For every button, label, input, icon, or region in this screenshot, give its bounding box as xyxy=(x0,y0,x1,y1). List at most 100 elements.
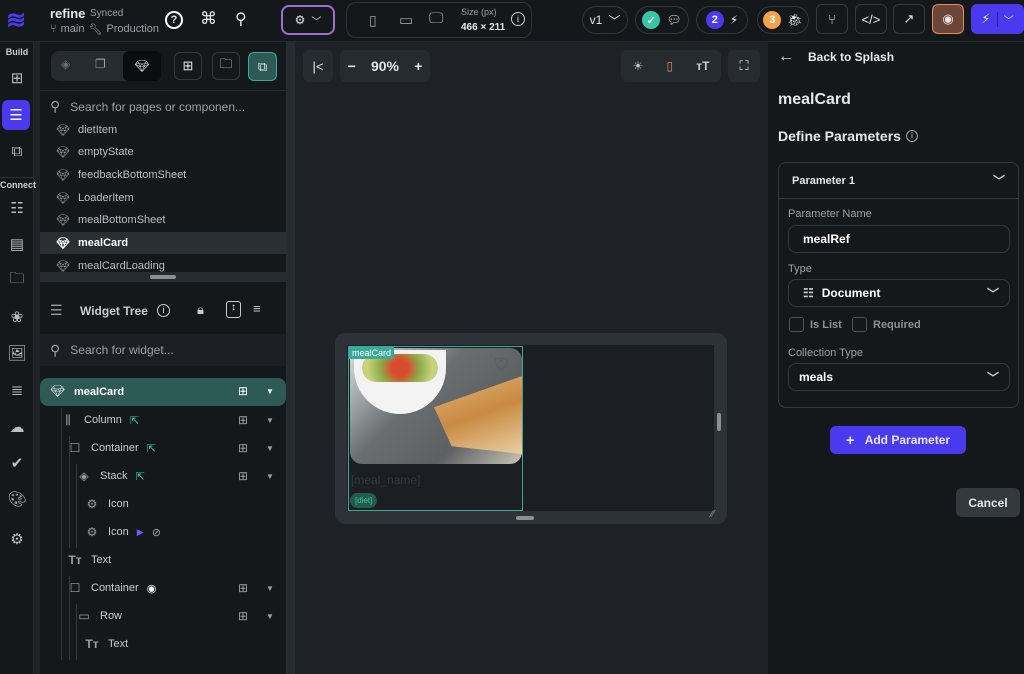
folder-icon[interactable]: 🗀︎ xyxy=(4,267,30,293)
layout-settings-button[interactable]: ⛶ xyxy=(728,50,760,82)
sort-icon[interactable]: ≡ xyxy=(253,301,261,316)
caret-down-icon[interactable]: ▼ xyxy=(266,612,274,621)
tree-node[interactable]: Tт Text xyxy=(84,631,128,657)
tree-node[interactable]: ▭ Row ⊞ ▼ xyxy=(76,603,286,629)
resize-handle[interactable] xyxy=(150,275,176,279)
component-item[interactable]: 💎︎ feedbackBottomSheet xyxy=(40,164,286,186)
collapse-panel-button[interactable]: |< xyxy=(303,50,333,82)
tree-node-root[interactable]: 💎︎ mealCard ⊞ ▼ xyxy=(40,378,286,406)
code-button[interactable]: </> xyxy=(855,4,887,34)
add-widget-icon[interactable]: ⊞ xyxy=(4,65,30,91)
check-add-icon[interactable]: ✔ xyxy=(4,450,30,476)
tree-node[interactable]: ☐ Container ⇱ ⊞ ▼ xyxy=(67,435,286,461)
add-parameter-button[interactable]: + Add Parameter xyxy=(830,426,966,454)
tree-node[interactable]: Tт Text xyxy=(67,547,111,573)
component-item-selected[interactable]: 💎︎ mealCard xyxy=(40,232,286,254)
list-resize-bar[interactable] xyxy=(40,272,286,282)
caret-down-icon[interactable]: ▼ xyxy=(266,584,274,593)
add-child-icon[interactable]: ⊞ xyxy=(238,384,248,398)
cloud-check-icon[interactable]: ☁ xyxy=(4,414,30,440)
eye-off-icon[interactable]: ⊘ xyxy=(152,526,161,539)
version-selector[interactable]: v1 ﹀ xyxy=(582,6,628,34)
page-gem-icon[interactable]: ◈ xyxy=(61,57,70,71)
widget-selector-button[interactable]: ⚙︎ ﹀ xyxy=(281,5,335,35)
component-item[interactable]: 💎︎ mealBottomSheet xyxy=(40,209,286,231)
info-icon[interactable]: i xyxy=(905,130,918,142)
is-list-checkbox[interactable]: Is List xyxy=(789,317,842,332)
desktop-icon[interactable]: 🖵︎ xyxy=(429,10,443,27)
parameter-name-input[interactable]: mealRef xyxy=(788,225,1010,253)
flutterflow-logo-icon[interactable]: ≋ xyxy=(6,6,32,36)
tablet-icon[interactable]: ▭ xyxy=(399,11,413,29)
help-icon[interactable]: ? xyxy=(165,11,183,29)
components-gem-icon[interactable]: 💎︎ xyxy=(123,51,161,81)
horizontal-resize-handle[interactable] xyxy=(516,516,534,520)
vertical-resize-handle[interactable] xyxy=(717,413,721,431)
caret-down-icon[interactable]: ▼ xyxy=(266,472,274,481)
search-icon[interactable]: ⚲ xyxy=(235,9,247,29)
expand-vertical-icon[interactable]: ↕ xyxy=(226,301,241,318)
eye-icon[interactable]: ◉ xyxy=(147,582,157,595)
component-item[interactable]: 💎︎ dietItem xyxy=(40,119,286,141)
type-dropdown[interactable]: ☷ Document ﹀ xyxy=(788,279,1010,307)
run-button[interactable]: ⚡︎ ﹀ xyxy=(971,4,1024,34)
open-external-button[interactable]: ↗ xyxy=(893,4,925,34)
tree-node[interactable]: ☐ Container ◉ ⊞ ▼ xyxy=(67,575,286,601)
add-child-icon[interactable]: ⊞ xyxy=(238,413,248,427)
api-list-icon[interactable]: ▤ xyxy=(4,231,30,257)
corner-resize-icon[interactable]: ⁄⁄ xyxy=(711,509,714,520)
add-child-icon[interactable]: ⊞ xyxy=(238,441,248,455)
widget-search[interactable]: ⚲ Search for widget... xyxy=(40,334,286,366)
add-child-icon[interactable]: ⊞ xyxy=(238,609,248,623)
tree-node[interactable]: ◈ Stack ⇱ ⊞ ▼ xyxy=(76,463,286,489)
tree-node[interactable]: ⚙ Icon ▶ ⊘ xyxy=(84,519,161,545)
cancel-button[interactable]: Cancel xyxy=(956,488,1020,517)
caret-down-icon[interactable]: ▼ xyxy=(266,416,274,425)
lock-icon[interactable]: 🔒︎ xyxy=(197,302,204,318)
bugs-button[interactable]: 3 🐞︎ xyxy=(757,6,809,34)
add-component-button[interactable]: ⧉ xyxy=(248,52,277,81)
sun-icon[interactable]: ☀ xyxy=(633,59,644,73)
tree-node[interactable]: ⫼ Column ⇱ ⊞ ▼ xyxy=(60,407,286,433)
text-scale-icon[interactable]: тT xyxy=(696,59,709,73)
new-folder-button[interactable]: 🗀︎ xyxy=(212,52,240,80)
component-item[interactable]: 💎︎ LoaderItem xyxy=(40,187,286,209)
checkbox[interactable] xyxy=(852,317,867,332)
caret-down-icon[interactable]: ▼ xyxy=(266,444,274,453)
project-name[interactable]: refine xyxy=(50,6,85,21)
preview-button[interactable]: ◉ xyxy=(932,4,964,34)
parameter-header[interactable]: Parameter 1 ﹀ xyxy=(779,163,1018,199)
components-icon[interactable]: ❀ xyxy=(4,304,30,330)
back-button[interactable]: ← Back to Splash xyxy=(778,48,894,66)
meal-card-component[interactable]: mealCard ♡ [meal_name] [diet] xyxy=(348,346,523,511)
zoom-in-icon[interactable]: + xyxy=(414,58,422,74)
add-child-icon[interactable]: ⊞ xyxy=(238,581,248,595)
tree-node[interactable]: ⚙ Icon xyxy=(84,491,129,517)
panel-divider[interactable] xyxy=(286,42,295,674)
grid-view-button[interactable]: ⊞ xyxy=(174,52,202,80)
widget-tree-icon[interactable]: ☰ xyxy=(2,100,30,130)
component-search[interactable]: ⚲ Search for pages or componen... xyxy=(40,90,286,122)
pages-icon[interactable]: ❐ xyxy=(95,57,106,71)
responsive-icon[interactable]: ▯ xyxy=(666,59,673,73)
text-styles-icon[interactable]: ≣ xyxy=(4,377,30,403)
theme-palette-icon[interactable]: 🎨︎ xyxy=(4,486,30,512)
add-child-icon[interactable]: ⊞ xyxy=(238,469,248,483)
info-icon[interactable]: i xyxy=(511,12,525,26)
component-item[interactable]: 💎︎ emptyState xyxy=(40,141,286,163)
page-selector-icon[interactable]: ⧉ xyxy=(4,138,30,164)
status-comments-button[interactable]: ✓ 💬︎ xyxy=(635,6,689,34)
command-icon[interactable]: ⌘ xyxy=(200,9,217,29)
checkbox[interactable] xyxy=(789,317,804,332)
heart-icon[interactable]: ♡ xyxy=(493,355,509,376)
zoom-out-icon[interactable]: − xyxy=(348,58,356,74)
branch-info[interactable]: ⑂ main 🔧︎ Production xyxy=(50,23,159,36)
caret-down-icon[interactable]: ▼ xyxy=(266,387,274,396)
info-icon[interactable]: i xyxy=(157,304,170,317)
media-icon[interactable]: 🖼︎ xyxy=(4,340,30,366)
issues-button[interactable]: 2 ⚡︎ xyxy=(696,6,748,34)
database-icon[interactable]: ☷ xyxy=(4,195,30,221)
phone-icon[interactable]: ▯ xyxy=(369,12,377,29)
collection-type-dropdown[interactable]: meals ﹀ xyxy=(788,363,1010,391)
settings-gear-icon[interactable]: ⚙ xyxy=(4,526,30,552)
